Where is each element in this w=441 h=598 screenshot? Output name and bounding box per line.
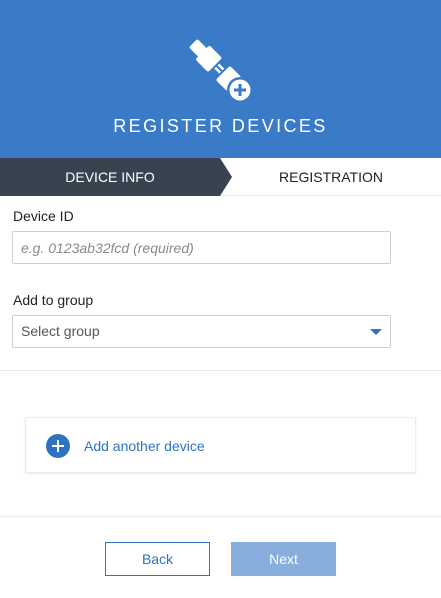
next-button[interactable]: Next — [231, 542, 336, 576]
step-indicator: DEVICE INFO REGISTRATION — [0, 158, 441, 196]
device-id-input[interactable] — [12, 231, 391, 264]
group-label: Add to group — [13, 292, 94, 308]
add-another-device-button[interactable]: Add another device — [25, 417, 416, 473]
footer-divider — [0, 516, 441, 517]
divider — [0, 370, 441, 371]
device-id-label: Device ID — [13, 208, 74, 224]
header-banner: REGISTER DEVICES — [0, 0, 441, 158]
page-title: REGISTER DEVICES — [113, 116, 328, 136]
add-another-device-label: Add another device — [84, 438, 205, 454]
back-button[interactable]: Back — [105, 542, 210, 576]
group-select[interactable]: Select group — [12, 315, 391, 348]
chevron-down-icon — [370, 329, 382, 335]
step-registration[interactable]: REGISTRATION — [232, 158, 430, 196]
step-device-info[interactable]: DEVICE INFO — [0, 158, 220, 196]
group-select-value: Select group — [21, 323, 100, 339]
plus-circle-icon — [46, 434, 70, 458]
plug-add-icon — [189, 39, 253, 103]
